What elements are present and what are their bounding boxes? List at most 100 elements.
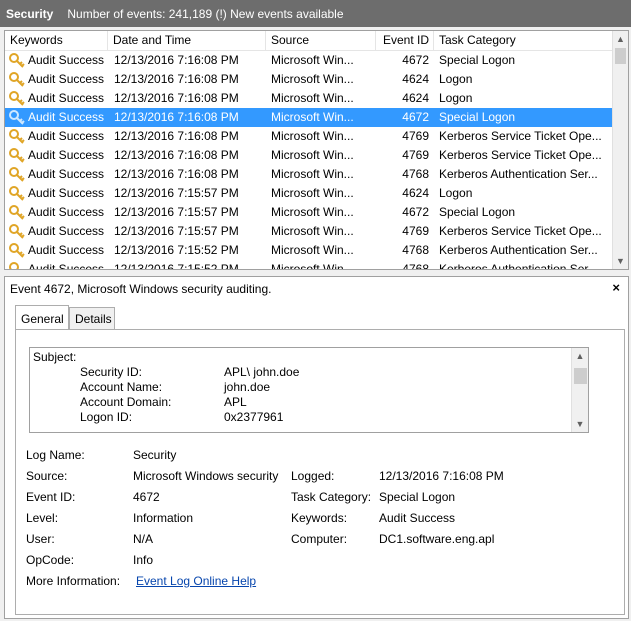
list-vertical-scrollbar[interactable]: ▲ ▼ <box>612 31 628 269</box>
log-name-value: Security <box>133 448 177 462</box>
row-date-time: 12/13/2016 7:15:57 PM <box>114 224 239 238</box>
level-label: Level: <box>26 511 59 525</box>
event-list[interactable]: Keywords Date and Time Source Event ID T… <box>4 30 629 270</box>
key-icon <box>9 148 25 163</box>
event-detail-pane: Event 4672, Microsoft Windows security a… <box>4 276 629 619</box>
row-event-id: 4768 <box>402 243 429 257</box>
row-event-id: 4769 <box>402 129 429 143</box>
table-row[interactable]: Audit Success 12/13/2016 7:16:08 PM Micros… <box>5 127 613 146</box>
user-value: N/A <box>133 532 154 546</box>
table-row[interactable]: Audit Success 12/13/2016 7:15:52 PM Micros… <box>5 260 613 270</box>
row-task-category: Kerberos Service Ticket Ope... <box>439 224 602 238</box>
detail-title: Event 4672, Microsoft Windows security a… <box>10 282 272 296</box>
tab-details[interactable]: Details <box>69 307 115 329</box>
row-source: Microsoft Win... <box>271 91 354 105</box>
row-date-time: 12/13/2016 7:16:08 PM <box>114 91 239 105</box>
table-row[interactable]: Audit Success 12/13/2016 7:16:08 PM Micros… <box>5 146 613 165</box>
source-label: Source: <box>26 469 68 483</box>
row-task-category: Special Logon <box>439 53 516 67</box>
source-value: Microsoft Windows security <box>133 469 279 483</box>
security-id-value: APL\ john.doe <box>224 365 300 379</box>
row-source: Microsoft Win... <box>271 110 354 124</box>
description-scroll-down-icon[interactable]: ▼ <box>572 416 588 432</box>
column-date-time[interactable]: Date and Time <box>108 31 266 50</box>
row-keywords: Audit Success <box>28 72 105 86</box>
row-source: Microsoft Win... <box>271 148 354 162</box>
row-event-id: 4768 <box>402 262 429 270</box>
description-scrollbar[interactable]: ▲ ▼ <box>571 348 588 432</box>
column-source[interactable]: Source <box>266 31 376 50</box>
scrollbar-thumb[interactable] <box>615 48 626 64</box>
key-icon <box>9 224 25 239</box>
table-row[interactable]: Audit Success 12/13/2016 7:16:08 PM Micros… <box>5 51 613 70</box>
key-icon <box>9 243 25 258</box>
row-source: Microsoft Win... <box>271 129 354 143</box>
account-name-value: john.doe <box>224 380 271 394</box>
key-icon <box>9 186 25 201</box>
event-rows: Audit Success 12/13/2016 7:16:08 PM Micros… <box>5 51 613 270</box>
row-date-time: 12/13/2016 7:16:08 PM <box>114 53 239 67</box>
row-task-category: Kerberos Authentication Ser... <box>439 262 598 270</box>
column-task-category[interactable]: Task Category <box>434 31 613 50</box>
row-keywords: Audit Success <box>28 148 105 162</box>
row-date-time: 12/13/2016 7:15:52 PM <box>114 262 239 270</box>
row-source: Microsoft Win... <box>271 224 354 238</box>
table-row[interactable]: Audit Success 12/13/2016 7:16:08 PM Micros… <box>5 70 613 89</box>
row-task-category: Logon <box>439 72 473 86</box>
description-scrollbar-thumb[interactable] <box>574 368 587 384</box>
row-event-id: 4672 <box>402 205 429 219</box>
key-icon <box>9 129 25 144</box>
task-category-value: Special Logon <box>379 490 456 504</box>
row-date-time: 12/13/2016 7:15:52 PM <box>114 243 239 257</box>
row-keywords: Audit Success <box>28 205 105 219</box>
row-event-id: 4672 <box>402 110 429 124</box>
general-tab-body: Subject: Security ID: APL\ john.doe Acco… <box>15 329 625 615</box>
column-event-id[interactable]: Event ID <box>376 31 434 50</box>
description-scroll-up-icon[interactable]: ▲ <box>572 348 588 364</box>
row-event-id: 4624 <box>402 186 429 200</box>
row-source: Microsoft Win... <box>271 262 354 270</box>
scroll-up-arrow-icon[interactable]: ▲ <box>613 31 628 47</box>
key-icon <box>9 262 19 269</box>
user-label: User: <box>26 532 55 546</box>
row-task-category: Special Logon <box>439 205 516 219</box>
row-event-id: 4769 <box>402 148 429 162</box>
table-row[interactable]: Audit Success 12/13/2016 7:15:57 PM Micros… <box>5 222 613 241</box>
event-description-box[interactable]: Subject: Security ID: APL\ john.doe Acco… <box>29 347 589 433</box>
task-category-label: Task Category: <box>291 490 372 504</box>
tab-general[interactable]: General <box>15 305 69 329</box>
event-id-label: Event ID: <box>26 490 76 504</box>
scroll-down-arrow-icon[interactable]: ▼ <box>613 253 628 269</box>
row-source: Microsoft Win... <box>271 72 354 86</box>
table-row[interactable]: Audit Success 12/13/2016 7:16:08 PM Micros… <box>5 89 613 108</box>
row-keywords: Audit Success <box>28 167 105 181</box>
event-log-online-help-link[interactable]: Event Log Online Help <box>136 574 256 588</box>
row-keywords: Audit Success <box>28 91 105 105</box>
row-keywords: Audit Success <box>28 110 105 124</box>
row-event-id: 4768 <box>402 167 429 181</box>
row-date-time: 12/13/2016 7:16:08 PM <box>114 129 239 143</box>
row-task-category: Kerberos Service Ticket Ope... <box>439 129 602 143</box>
column-keywords[interactable]: Keywords <box>5 31 108 50</box>
account-name-label: Account Name: <box>80 380 163 394</box>
table-row[interactable]: Audit Success 12/13/2016 7:16:08 PM Micros… <box>5 108 613 127</box>
row-event-id: 4769 <box>402 224 429 238</box>
security-id-label: Security ID: <box>80 365 143 379</box>
event-count: Number of events: 241,189 (!) New events… <box>67 6 344 21</box>
row-task-category: Logon <box>439 186 473 200</box>
row-keywords: Audit Success <box>28 53 105 67</box>
log-title: Security <box>6 6 54 21</box>
key-icon <box>9 110 25 125</box>
close-icon[interactable]: × <box>612 280 620 295</box>
event-id-value: 4672 <box>133 490 160 504</box>
table-row[interactable]: Audit Success 12/13/2016 7:15:57 PM Micros… <box>5 184 613 203</box>
table-row[interactable]: Audit Success 12/13/2016 7:15:57 PM Micros… <box>5 203 613 222</box>
key-icon <box>9 91 25 106</box>
row-source: Microsoft Win... <box>271 167 354 181</box>
row-source: Microsoft Win... <box>271 53 354 67</box>
subject-heading: Subject: <box>33 350 77 364</box>
row-keywords: Audit Success <box>28 262 105 270</box>
table-row[interactable]: Audit Success 12/13/2016 7:15:52 PM Micros… <box>5 241 613 260</box>
log-header-bar: Security Number of events: 241,189 (!) N… <box>0 0 631 27</box>
table-row[interactable]: Audit Success 12/13/2016 7:16:08 PM Micros… <box>5 165 613 184</box>
